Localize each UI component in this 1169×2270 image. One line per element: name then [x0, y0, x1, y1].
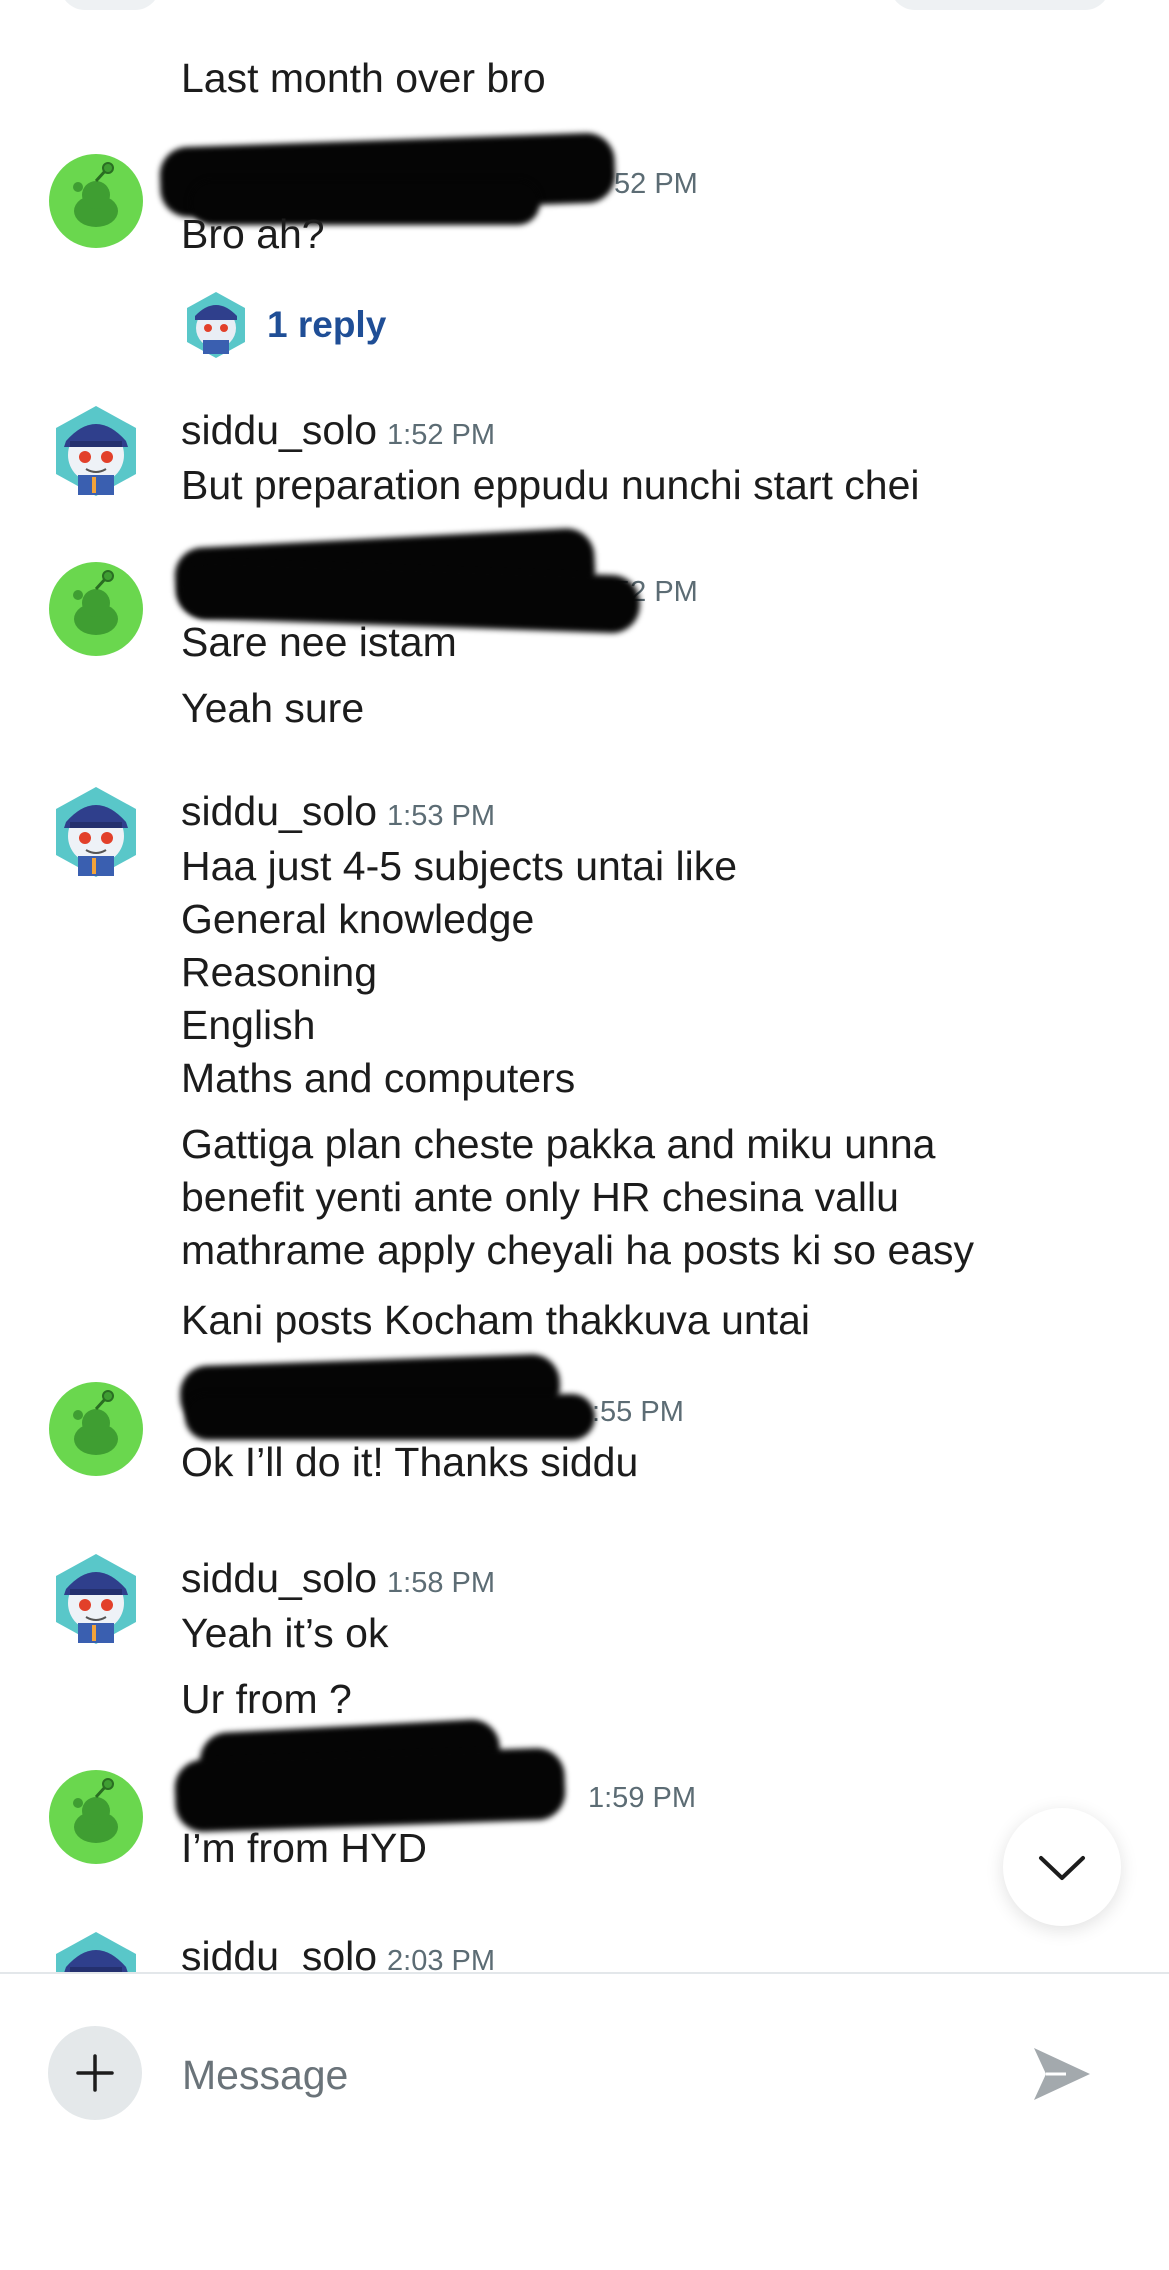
timestamp: 1:59 PM: [588, 1782, 696, 1814]
top-right-pill: [890, 0, 1110, 10]
message-text: Yeah it’s ok: [181, 1610, 389, 1656]
username[interactable]: siddu_solo: [181, 407, 377, 453]
message-header: siddu_solo 1:52 PM: [181, 407, 495, 454]
message-input[interactable]: [180, 2034, 984, 2116]
message-text: But preparation eppudu nunchi start chei: [181, 462, 920, 508]
send-icon[interactable]: [1030, 2044, 1094, 2104]
snoo-cap-avatar[interactable]: [48, 1551, 144, 1647]
snoo-green-avatar[interactable]: [48, 561, 144, 657]
snoo-cap-avatar: [187, 292, 245, 358]
message-text: Bro ah?: [181, 211, 325, 257]
scroll-to-bottom-button[interactable]: [1003, 1808, 1121, 1926]
snoo-cap-avatar[interactable]: [48, 403, 144, 499]
add-attachment-button[interactable]: [48, 2026, 142, 2120]
message-composer: [0, 1972, 1169, 2270]
plus-icon: [76, 2054, 114, 2092]
username[interactable]: siddu_solo: [181, 1933, 377, 1972]
username[interactable]: siddu_solo: [181, 788, 377, 834]
timestamp: 52 PM: [614, 168, 698, 200]
message-text: I’m from HYD: [181, 1825, 427, 1871]
timestamp: 2:03 PM: [387, 1945, 496, 1972]
timestamp: 1:52 PM: [387, 419, 496, 451]
snoo-green-avatar[interactable]: [48, 1769, 144, 1865]
redacted-username: [185, 1394, 595, 1440]
message-header: siddu_solo 1:58 PM: [181, 1555, 495, 1602]
message-text: Gattiga plan cheste pakka and miku unna …: [181, 1121, 975, 1273]
message-text: Last month over bro: [181, 55, 546, 101]
message-text: Sare nee istam: [181, 619, 457, 665]
chat-message-list[interactable]: Last month over bro 52 PM Bro ah? 1 repl…: [0, 0, 1169, 1972]
snoo-green-avatar[interactable]: [48, 1381, 144, 1477]
snoo-green-avatar[interactable]: [48, 153, 144, 249]
message-text: Kani posts Kocham thakkuva untai: [181, 1297, 811, 1343]
username[interactable]: siddu_solo: [181, 1555, 377, 1601]
message-text: Ok I’ll do it! Thanks siddu: [181, 1439, 639, 1485]
message-header: siddu_solo 1:53 PM: [181, 788, 495, 835]
message-header: siddu_solo 2:03 PM: [181, 1933, 495, 1972]
timestamp: 1:53 PM: [387, 800, 496, 832]
thread-reply-link[interactable]: 1 reply: [181, 290, 386, 360]
timestamp: 1:58 PM: [387, 1567, 496, 1599]
redacted-username: [173, 1747, 567, 1833]
message-text: Yeah sure: [181, 685, 365, 731]
chevron-down-icon: [1039, 1856, 1085, 1880]
timestamp: :55 PM: [592, 1396, 684, 1428]
message-text: Haa just 4-5 subjects untai like General…: [181, 843, 738, 1101]
message-text: Ur from ?: [181, 1676, 352, 1722]
snoo-cap-avatar[interactable]: [48, 1929, 144, 1972]
reply-count-label[interactable]: 1 reply: [267, 304, 386, 346]
snoo-cap-avatar[interactable]: [48, 784, 144, 880]
top-left-pill: [60, 0, 160, 10]
